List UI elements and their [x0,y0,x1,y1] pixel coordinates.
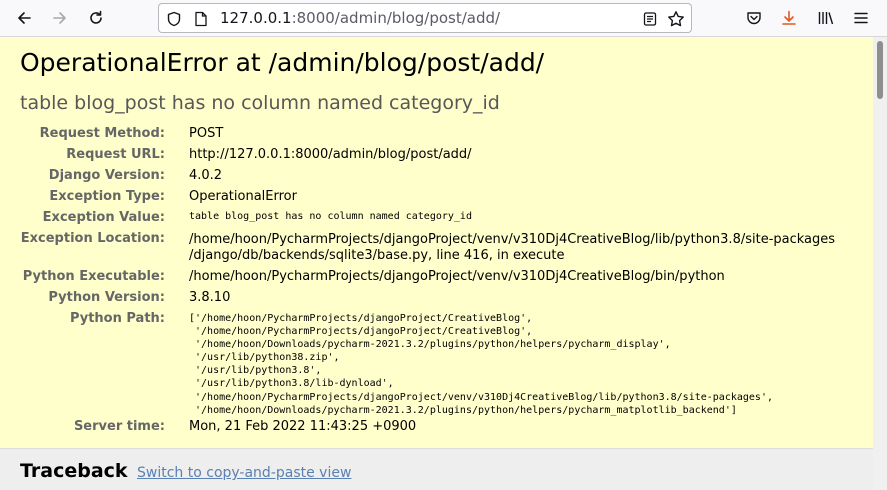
label-exception-location: Exception Location: [20,231,165,246]
value-exception-type: OperationalError [189,189,297,204]
label-python-version: Python Version: [48,290,165,305]
download-icon[interactable] [775,5,803,31]
forward-arrow-icon[interactable] [46,5,74,31]
label-python-path: Python Path: [69,311,165,326]
switch-copy-paste-link[interactable]: Switch to copy-and-paste view [137,465,351,481]
value-python-executable: /home/hoon/PycharmProjects/djangoProject… [189,269,725,284]
back-arrow-icon[interactable] [10,5,38,31]
value-exception-location-line2: /django/db/backends/sqlite3/base.py, lin… [189,248,565,263]
error-title: OperationalError at /admin/blog/post/add… [20,48,545,77]
bookmark-star-icon[interactable] [667,10,685,28]
url-bar[interactable]: 127.0.0.1:8000/admin/blog/post/add/ [158,3,692,33]
library-icon[interactable] [812,5,840,31]
label-exception-type: Exception Type: [49,189,165,204]
label-django-version: Django Version: [48,168,165,183]
value-python-version: 3.8.10 [189,290,231,305]
traceback-title: Traceback [20,460,128,482]
url-text[interactable]: 127.0.0.1:8000/admin/blog/post/add/ [220,9,500,27]
browser-toolbar: 127.0.0.1:8000/admin/blog/post/add/ [0,0,887,37]
url-path: :8000/admin/blog/post/add/ [291,9,501,27]
value-request-method: POST [189,126,224,141]
value-request-url: http://127.0.0.1:8000/admin/blog/post/ad… [189,147,472,162]
page-scrollbar[interactable] [873,37,887,490]
value-python-path: ['/home/hoon/PycharmProjects/djangoProje… [189,313,773,416]
pocket-icon[interactable] [740,5,768,31]
shield-icon[interactable] [165,10,183,28]
error-message: table blog_post has no column named cate… [20,92,500,114]
value-exception-location-line1: /home/hoon/PycharmProjects/djangoProject… [189,232,836,247]
label-python-executable: Python Executable: [22,269,165,284]
label-server-time: Server time: [73,419,165,434]
reader-view-icon[interactable] [641,10,659,28]
page-icon[interactable] [192,10,210,28]
menu-icon[interactable] [847,5,875,31]
value-exception-value: table blog_post has no column named cate… [189,211,472,222]
url-host: 127.0.0.1 [220,9,292,27]
label-exception-value: Exception Value: [42,210,165,225]
value-django-version: 4.0.2 [189,168,223,183]
error-summary: OperationalError at /admin/blog/post/add… [0,37,873,448]
reload-icon[interactable] [82,5,110,31]
scrollbar-thumb[interactable] [877,41,883,99]
value-server-time: Mon, 21 Feb 2022 11:43:25 +0900 [189,419,417,434]
label-request-method: Request Method: [39,126,165,141]
traceback-section: Traceback Switch to copy-and-paste view [0,448,873,490]
label-request-url: Request URL: [66,147,165,162]
